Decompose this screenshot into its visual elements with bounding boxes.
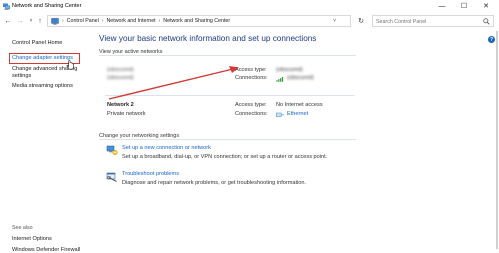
section-divider (99, 139, 356, 140)
ethernet-icon (276, 112, 284, 117)
close-button[interactable]: ✕ (475, 0, 497, 12)
forward-button[interactable]: → (15, 16, 25, 26)
address-bar[interactable]: › Control Panel › Network and Internet ›… (47, 15, 351, 27)
network-1-access-type: (obscured) (276, 67, 303, 73)
up-button[interactable]: ↑ (35, 16, 45, 26)
breadcrumb: › Control Panel › Network and Internet ›… (62, 18, 230, 24)
control-panel-icon (51, 18, 59, 25)
media-streaming-link[interactable]: Media streaming options (12, 83, 73, 89)
ethernet-link[interactable]: Ethernet (287, 111, 308, 117)
setup-connection-description: Set up a broadband, dial-up, or VPN conn… (122, 154, 328, 160)
wifi-icon (276, 77, 284, 82)
back-button[interactable]: ← (3, 16, 13, 26)
windows-firewall-link[interactable]: Windows Defender Firewall (12, 247, 80, 253)
address-row: ← → ˅ ↑ › Control Panel › Network and In… (0, 13, 499, 29)
help-icon[interactable]: ? (488, 36, 495, 43)
annotation-arrow (108, 66, 239, 100)
breadcrumb-separator: › (62, 18, 64, 24)
troubleshoot-description: Diagnose and repair network problems, or… (122, 180, 307, 186)
network-2-access-type: No Internet access (276, 102, 323, 108)
breadcrumb-separator: › (158, 18, 161, 24)
window-title: Network and Sharing Center (12, 3, 82, 9)
see-also-label: See also (12, 225, 33, 231)
troubleshoot-link[interactable]: Troubleshoot problems (122, 171, 179, 177)
hand-cursor-icon (66, 60, 74, 70)
internet-options-link[interactable]: Internet Options (12, 236, 52, 242)
breadcrumb-control-panel[interactable]: Control Panel (67, 18, 99, 24)
minimize-button[interactable]: — (431, 0, 453, 12)
vertical-scrollbar[interactable] (496, 31, 498, 249)
network-1-connection[interactable]: (obscured) (287, 75, 314, 81)
page-title: View your basic network information and … (99, 34, 317, 43)
troubleshoot-icon (106, 172, 117, 182)
new-connection-icon (106, 145, 118, 155)
address-dropdown-icon[interactable]: ˅ (333, 18, 336, 24)
section-divider (99, 55, 356, 56)
network-2-type[interactable]: Private network (107, 111, 146, 117)
network-sharing-icon (3, 3, 10, 10)
control-panel-home-link[interactable]: Control Panel Home (12, 40, 62, 46)
search-box[interactable] (372, 15, 494, 27)
breadcrumb-network-sharing-center[interactable]: Network and Sharing Center (163, 18, 230, 24)
network-2-connections-label: Connections: (235, 111, 268, 117)
maximize-button[interactable]: ☐ (453, 0, 475, 12)
breadcrumb-separator: › (101, 18, 104, 24)
search-icon[interactable] (483, 18, 490, 25)
search-input[interactable] (376, 17, 480, 26)
title-bar: Network and Sharing Center — ☐ ✕ (0, 0, 499, 13)
refresh-button[interactable]: ↻ (355, 16, 367, 26)
breadcrumb-network-internet[interactable]: Network and Internet (106, 18, 155, 24)
setup-connection-link[interactable]: Set up a new connection or network (122, 145, 211, 151)
